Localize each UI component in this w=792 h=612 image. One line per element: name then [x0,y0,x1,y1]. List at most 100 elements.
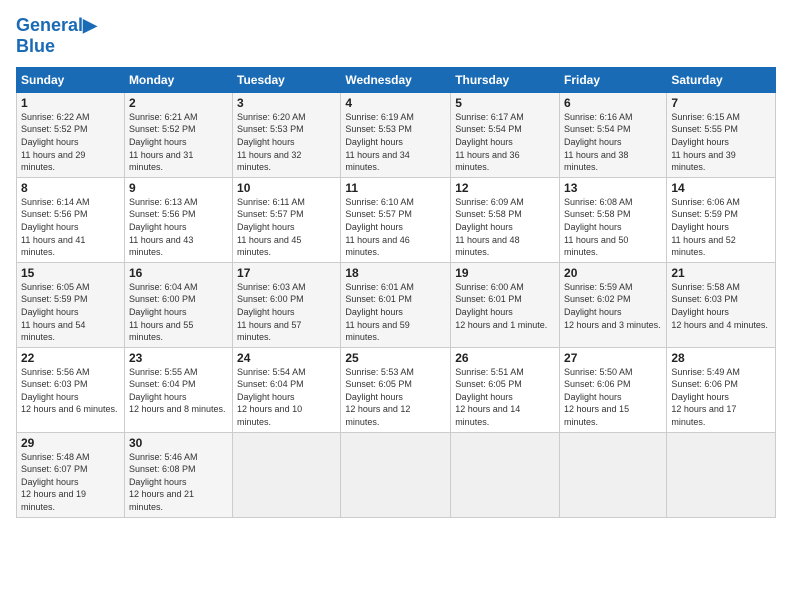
day-number: 17 [237,266,336,280]
calendar-week-5: 29 Sunrise: 5:48 AMSunset: 6:07 PMDaylig… [17,432,776,517]
day-info: Sunrise: 6:09 AMSunset: 5:58 PMDaylight … [455,197,524,257]
day-info: Sunrise: 5:54 AMSunset: 6:04 PMDaylight … [237,367,306,427]
calendar-cell [233,432,341,517]
calendar-cell: 27 Sunrise: 5:50 AMSunset: 6:06 PMDaylig… [560,347,667,432]
day-info: Sunrise: 6:05 AMSunset: 5:59 PMDaylight … [21,282,90,342]
calendar-cell: 11 Sunrise: 6:10 AMSunset: 5:57 PMDaylig… [341,177,451,262]
calendar-week-1: 1 Sunrise: 6:22 AMSunset: 5:52 PMDayligh… [17,92,776,177]
weekday-header-monday: Monday [124,67,232,92]
day-info: Sunrise: 6:22 AMSunset: 5:52 PMDaylight … [21,112,90,172]
day-number: 14 [671,181,771,195]
weekday-header-saturday: Saturday [667,67,776,92]
weekday-header-friday: Friday [560,67,667,92]
calendar-cell: 16 Sunrise: 6:04 AMSunset: 6:00 PMDaylig… [124,262,232,347]
day-number: 5 [455,96,555,110]
day-info: Sunrise: 6:11 AMSunset: 5:57 PMDaylight … [237,197,305,257]
calendar-cell: 12 Sunrise: 6:09 AMSunset: 5:58 PMDaylig… [451,177,560,262]
day-number: 28 [671,351,771,365]
calendar-week-2: 8 Sunrise: 6:14 AMSunset: 5:56 PMDayligh… [17,177,776,262]
calendar-cell: 19 Sunrise: 6:00 AMSunset: 6:01 PMDaylig… [451,262,560,347]
day-number: 25 [345,351,446,365]
weekday-header-tuesday: Tuesday [233,67,341,92]
day-info: Sunrise: 6:04 AMSunset: 6:00 PMDaylight … [129,282,198,342]
calendar-week-4: 22 Sunrise: 5:56 AMSunset: 6:03 PMDaylig… [17,347,776,432]
day-info: Sunrise: 6:01 AMSunset: 6:01 PMDaylight … [345,282,414,342]
day-number: 18 [345,266,446,280]
day-info: Sunrise: 5:46 AMSunset: 6:08 PMDaylight … [129,452,198,512]
calendar-cell: 17 Sunrise: 6:03 AMSunset: 6:00 PMDaylig… [233,262,341,347]
calendar-cell: 3 Sunrise: 6:20 AMSunset: 5:53 PMDayligh… [233,92,341,177]
calendar-cell: 25 Sunrise: 5:53 AMSunset: 6:05 PMDaylig… [341,347,451,432]
day-info: Sunrise: 6:00 AMSunset: 6:01 PMDaylight … [455,282,547,330]
calendar-cell: 2 Sunrise: 6:21 AMSunset: 5:52 PMDayligh… [124,92,232,177]
calendar-cell [667,432,776,517]
day-info: Sunrise: 5:55 AMSunset: 6:04 PMDaylight … [129,367,226,415]
day-number: 7 [671,96,771,110]
weekday-header-wednesday: Wednesday [341,67,451,92]
day-info: Sunrise: 5:51 AMSunset: 6:05 PMDaylight … [455,367,524,427]
calendar-cell: 9 Sunrise: 6:13 AMSunset: 5:56 PMDayligh… [124,177,232,262]
calendar-cell: 7 Sunrise: 6:15 AMSunset: 5:55 PMDayligh… [667,92,776,177]
calendar-cell: 15 Sunrise: 6:05 AMSunset: 5:59 PMDaylig… [17,262,125,347]
day-number: 26 [455,351,555,365]
day-number: 2 [129,96,228,110]
calendar-cell: 13 Sunrise: 6:08 AMSunset: 5:58 PMDaylig… [560,177,667,262]
day-number: 24 [237,351,336,365]
day-number: 4 [345,96,446,110]
day-info: Sunrise: 5:58 AMSunset: 6:03 PMDaylight … [671,282,768,330]
day-number: 8 [21,181,120,195]
day-number: 11 [345,181,446,195]
day-info: Sunrise: 6:19 AMSunset: 5:53 PMDaylight … [345,112,414,172]
calendar-cell: 14 Sunrise: 6:06 AMSunset: 5:59 PMDaylig… [667,177,776,262]
day-info: Sunrise: 6:06 AMSunset: 5:59 PMDaylight … [671,197,740,257]
logo: General▶ Blue [16,16,97,57]
day-number: 12 [455,181,555,195]
day-info: Sunrise: 5:50 AMSunset: 6:06 PMDaylight … [564,367,633,427]
day-info: Sunrise: 6:16 AMSunset: 5:54 PMDaylight … [564,112,633,172]
day-info: Sunrise: 5:56 AMSunset: 6:03 PMDaylight … [21,367,118,415]
calendar-cell: 8 Sunrise: 6:14 AMSunset: 5:56 PMDayligh… [17,177,125,262]
calendar-cell: 24 Sunrise: 5:54 AMSunset: 6:04 PMDaylig… [233,347,341,432]
day-number: 16 [129,266,228,280]
day-info: Sunrise: 5:59 AMSunset: 6:02 PMDaylight … [564,282,661,330]
day-number: 3 [237,96,336,110]
calendar-cell: 20 Sunrise: 5:59 AMSunset: 6:02 PMDaylig… [560,262,667,347]
calendar-header-row: SundayMondayTuesdayWednesdayThursdayFrid… [17,67,776,92]
day-number: 21 [671,266,771,280]
calendar-cell: 5 Sunrise: 6:17 AMSunset: 5:54 PMDayligh… [451,92,560,177]
day-info: Sunrise: 6:08 AMSunset: 5:58 PMDaylight … [564,197,633,257]
calendar-cell [560,432,667,517]
day-info: Sunrise: 6:13 AMSunset: 5:56 PMDaylight … [129,197,198,257]
weekday-header-thursday: Thursday [451,67,560,92]
calendar-cell: 6 Sunrise: 6:16 AMSunset: 5:54 PMDayligh… [560,92,667,177]
calendar-cell: 29 Sunrise: 5:48 AMSunset: 6:07 PMDaylig… [17,432,125,517]
calendar-body: 1 Sunrise: 6:22 AMSunset: 5:52 PMDayligh… [17,92,776,517]
calendar-cell: 26 Sunrise: 5:51 AMSunset: 6:05 PMDaylig… [451,347,560,432]
calendar-cell: 1 Sunrise: 6:22 AMSunset: 5:52 PMDayligh… [17,92,125,177]
day-info: Sunrise: 5:49 AMSunset: 6:06 PMDaylight … [671,367,740,427]
day-info: Sunrise: 6:14 AMSunset: 5:56 PMDaylight … [21,197,90,257]
calendar-cell: 22 Sunrise: 5:56 AMSunset: 6:03 PMDaylig… [17,347,125,432]
calendar-cell [341,432,451,517]
day-info: Sunrise: 6:17 AMSunset: 5:54 PMDaylight … [455,112,524,172]
day-info: Sunrise: 6:21 AMSunset: 5:52 PMDaylight … [129,112,198,172]
day-info: Sunrise: 6:03 AMSunset: 6:00 PMDaylight … [237,282,306,342]
day-number: 13 [564,181,662,195]
day-number: 23 [129,351,228,365]
day-number: 19 [455,266,555,280]
day-number: 1 [21,96,120,110]
day-number: 29 [21,436,120,450]
day-info: Sunrise: 6:20 AMSunset: 5:53 PMDaylight … [237,112,306,172]
weekday-header-sunday: Sunday [17,67,125,92]
calendar-cell: 21 Sunrise: 5:58 AMSunset: 6:03 PMDaylig… [667,262,776,347]
day-info: Sunrise: 5:48 AMSunset: 6:07 PMDaylight … [21,452,90,512]
day-number: 6 [564,96,662,110]
logo-blue: Blue [16,36,97,57]
logo-text: General▶ [16,16,97,36]
calendar-week-3: 15 Sunrise: 6:05 AMSunset: 5:59 PMDaylig… [17,262,776,347]
day-number: 15 [21,266,120,280]
day-number: 9 [129,181,228,195]
calendar-cell: 28 Sunrise: 5:49 AMSunset: 6:06 PMDaylig… [667,347,776,432]
calendar-cell: 10 Sunrise: 6:11 AMSunset: 5:57 PMDaylig… [233,177,341,262]
calendar-cell: 18 Sunrise: 6:01 AMSunset: 6:01 PMDaylig… [341,262,451,347]
